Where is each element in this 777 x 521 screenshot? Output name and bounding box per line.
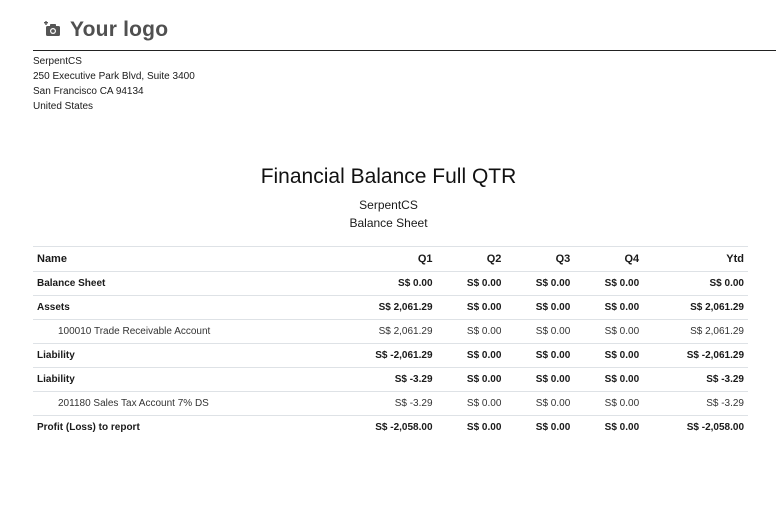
row-q3: S$ 0.00	[505, 367, 575, 392]
table-row: Balance Sheet S$ 0.00 S$ 0.00 S$ 0.00 S$…	[33, 271, 748, 296]
row-q4: S$ 0.00	[574, 319, 644, 344]
row-q1: S$ 2,061.29	[323, 319, 437, 344]
row-ytd: S$ 2,061.29	[643, 295, 748, 320]
row-q2: S$ 0.00	[436, 391, 506, 416]
company-street: 250 Executive Park Blvd, Suite 3400	[33, 71, 195, 82]
report-company: SerpentCS	[359, 198, 418, 212]
row-name: 100010 Trade Receivable Account	[33, 319, 324, 344]
row-ytd: S$ -3.29	[643, 391, 748, 416]
row-ytd: S$ 0.00	[643, 271, 748, 296]
row-q2: S$ 0.00	[436, 319, 506, 344]
row-q4: S$ 0.00	[574, 415, 644, 439]
row-q2: S$ 0.00	[436, 415, 506, 439]
table-row: Assets S$ 2,061.29 S$ 0.00 S$ 0.00 S$ 0.…	[33, 295, 748, 320]
row-q3: S$ 0.00	[505, 295, 575, 320]
table-row: Profit (Loss) to report S$ -2,058.00 S$ …	[33, 415, 748, 439]
company-country: United States	[33, 101, 94, 112]
column-header-q4: Q4	[574, 246, 644, 272]
column-header-q3: Q3	[505, 246, 575, 272]
logo-text: Your logo	[70, 18, 169, 41]
company-city: San Francisco CA 94134	[33, 86, 144, 97]
row-q4: S$ 0.00	[574, 271, 644, 296]
report-page: Your logo SerpentCS 250 Executive Park B…	[0, 0, 777, 521]
row-name: Balance Sheet	[33, 271, 324, 296]
camera-icon	[44, 21, 62, 39]
company-logo: Your logo	[44, 18, 168, 42]
row-q3: S$ 0.00	[505, 343, 575, 368]
row-name: Liability	[33, 343, 324, 368]
row-q2: S$ 0.00	[436, 271, 506, 296]
row-q2: S$ 0.00	[436, 367, 506, 392]
column-header-name: Name	[33, 246, 324, 272]
row-q4: S$ 0.00	[574, 295, 644, 320]
row-q4: S$ 0.00	[574, 391, 644, 416]
row-name: 201180 Sales Tax Account 7% DS	[33, 391, 324, 416]
column-header-q1: Q1	[323, 246, 437, 272]
row-name: Liability	[33, 367, 324, 392]
row-q1: S$ 0.00	[323, 271, 437, 296]
row-name: Assets	[33, 295, 324, 320]
row-ytd: S$ -2,058.00	[643, 415, 748, 439]
row-q1: S$ -2,058.00	[323, 415, 437, 439]
header-divider	[33, 50, 776, 51]
row-q1: S$ -3.29	[323, 367, 437, 392]
report-title: Financial Balance Full QTR	[260, 165, 517, 188]
row-q3: S$ 0.00	[505, 271, 575, 296]
table-row: Liability S$ -2,061.29 S$ 0.00 S$ 0.00 S…	[33, 343, 748, 368]
company-address: SerpentCS 250 Executive Park Blvd, Suite…	[33, 54, 195, 114]
row-q4: S$ 0.00	[574, 343, 644, 368]
column-header-ytd: Ytd	[643, 246, 748, 272]
row-q1: S$ -2,061.29	[323, 343, 437, 368]
report-subtitle: Balance Sheet	[349, 216, 428, 230]
row-q3: S$ 0.00	[505, 391, 575, 416]
company-name: SerpentCS	[33, 56, 82, 67]
row-name: Profit (Loss) to report	[33, 415, 324, 439]
row-q3: S$ 0.00	[505, 415, 575, 439]
row-q3: S$ 0.00	[505, 319, 575, 344]
row-ytd: S$ -3.29	[643, 367, 748, 392]
row-ytd: S$ -2,061.29	[643, 343, 748, 368]
table-row: Liability S$ -3.29 S$ 0.00 S$ 0.00 S$ 0.…	[33, 367, 748, 392]
row-q2: S$ 0.00	[436, 343, 506, 368]
table-row: 201180 Sales Tax Account 7% DS S$ -3.29 …	[33, 391, 748, 416]
row-q4: S$ 0.00	[574, 367, 644, 392]
table-row: 100010 Trade Receivable Account S$ 2,061…	[33, 319, 748, 344]
balance-table: Name Q1 Q2 Q3 Q4 Ytd Balance Sheet S$ 0.…	[33, 246, 748, 439]
row-q2: S$ 0.00	[436, 295, 506, 320]
column-header-q2: Q2	[436, 246, 506, 272]
row-ytd: S$ 2,061.29	[643, 319, 748, 344]
table-header-row: Name Q1 Q2 Q3 Q4 Ytd	[33, 246, 748, 272]
row-q1: S$ 2,061.29	[323, 295, 437, 320]
row-q1: S$ -3.29	[323, 391, 437, 416]
